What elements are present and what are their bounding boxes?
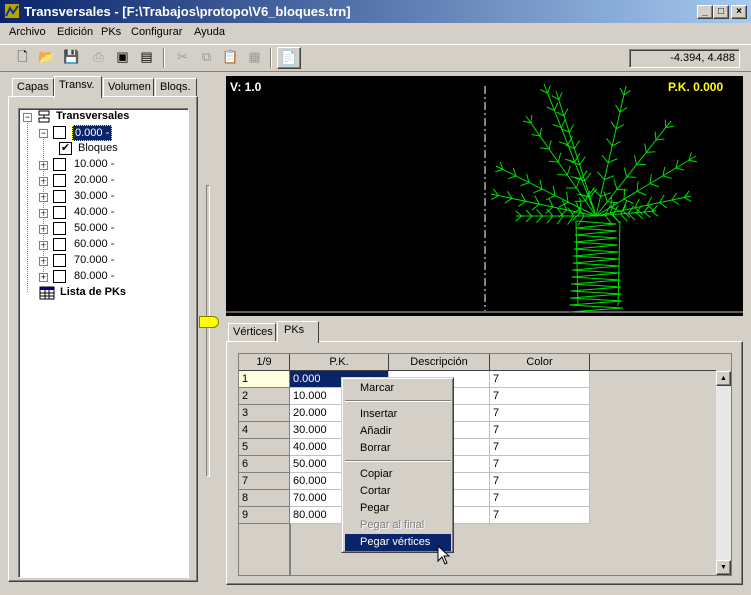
menu-configurar[interactable]: Configurar	[131, 26, 182, 38]
cell-color[interactable]: 7	[490, 490, 590, 507]
row-number[interactable]: 7	[239, 473, 290, 490]
cell-color[interactable]: 7	[490, 371, 590, 388]
menu-separator	[345, 400, 451, 402]
scroll-down-button[interactable]: ▼	[716, 560, 731, 575]
menu-item-copiar[interactable]: Copiar	[345, 466, 451, 483]
window-title: Transversales - [F:\Trabajos\protopo\V6_…	[24, 4, 351, 19]
menu-ayuda[interactable]: Ayuda	[194, 26, 225, 38]
checkbox-checked[interactable]: ✔	[59, 142, 72, 155]
menu-item-pegar-vertices[interactable]: Pegar vértices	[345, 534, 451, 551]
tree-item-label: 40.000 -	[74, 206, 115, 218]
menu-item-anadir[interactable]: Añadir	[345, 423, 451, 440]
tree-item-label: 20.000 -	[74, 174, 115, 186]
row-number[interactable]: 1	[239, 371, 290, 388]
menu-item-marcar[interactable]: Marcar	[345, 380, 451, 397]
tree-item-label: Lista de PKs	[60, 286, 127, 298]
minimize-button[interactable]: _	[697, 5, 713, 19]
cell-color[interactable]: 7	[490, 456, 590, 473]
row-number[interactable]: 6	[239, 456, 290, 473]
grid-corner: 1/9	[239, 354, 290, 371]
menu-item-cortar[interactable]: Cortar	[345, 483, 451, 500]
tree-item-label: Bloques	[78, 142, 118, 154]
export-icon[interactable]: ▣	[111, 47, 134, 69]
tree-item-label: 10.000 -	[74, 158, 115, 170]
menu-edicion[interactable]: Edición	[57, 26, 93, 38]
tree-item-label: 80.000 -	[74, 270, 115, 282]
tab-transv[interactable]: Transv.	[54, 76, 102, 98]
cell-color[interactable]: 7	[490, 422, 590, 439]
tree-item-label: 30.000 -	[74, 190, 115, 202]
save-icon[interactable]: 💾	[60, 47, 83, 69]
menu-item-borrar[interactable]: Borrar	[345, 440, 451, 457]
row-number[interactable]: 3	[239, 405, 290, 422]
cell-color[interactable]: 7	[490, 405, 590, 422]
toolbar-separator	[163, 48, 165, 68]
column-header-color[interactable]: Color	[490, 354, 590, 371]
tab-volumen[interactable]: Volumen	[103, 78, 154, 97]
open-folder-icon[interactable]: 📂	[35, 47, 58, 69]
new-file-icon[interactable]: 🗋	[11, 47, 34, 69]
paste-icon[interactable]: 📋	[219, 47, 242, 69]
print-icon[interactable]: ⎙	[87, 47, 110, 69]
copy-icon[interactable]: ⧉	[195, 47, 218, 69]
pk-label: P.K. 0.000	[668, 80, 724, 94]
tree-item-lista[interactable]: Lista de PKs	[39, 285, 179, 301]
cross-section-view[interactable]	[226, 76, 743, 316]
tree-view[interactable]: − Transversales − 0.000 - ✔ Bloques + 10…	[18, 108, 189, 578]
palm-tree-drawing	[226, 83, 743, 313]
cell-color[interactable]: 7	[490, 439, 590, 456]
cell-color[interactable]: 7	[490, 473, 590, 490]
tree-item-bloques[interactable]: ✔ Bloques	[59, 141, 159, 157]
zoom-slider-thumb[interactable]	[199, 316, 219, 328]
column-header-empty	[590, 354, 716, 371]
paste-special-icon[interactable]: ▦	[243, 47, 266, 69]
scroll-up-button[interactable]: ▲	[716, 371, 731, 386]
tree-lines	[27, 123, 44, 293]
column-header-pk[interactable]: P.K.	[290, 354, 389, 371]
properties-icon[interactable]: 📄	[277, 47, 301, 69]
tree-item-label: 50.000 -	[74, 222, 115, 234]
tree-root-label: Transversales	[56, 110, 130, 122]
tab-pks[interactable]: PKs	[277, 321, 319, 343]
tree-item-label: 60.000 -	[74, 238, 115, 250]
toolbar-separator	[270, 48, 272, 68]
close-button[interactable]: ×	[731, 5, 747, 19]
pk-grid[interactable]: 1/9 P.K. Descripción Color 1 0.000 7 2 1…	[238, 353, 732, 576]
menu-item-pegar[interactable]: Pegar	[345, 500, 451, 517]
vertical-scale-label: V: 1.0	[230, 80, 262, 94]
tab-bloqs[interactable]: Bloqs.	[155, 78, 197, 97]
row-number[interactable]: 5	[239, 439, 290, 456]
menu-separator	[345, 460, 451, 462]
cell-color[interactable]: 7	[490, 388, 590, 405]
title-bar[interactable]: Transversales - [F:\Trabajos\protopo\V6_…	[0, 0, 751, 23]
menu-pks[interactable]: PKs	[101, 26, 121, 38]
app-icon	[5, 4, 19, 18]
menu-item-pegar-al-final[interactable]: Pegar al final	[345, 517, 451, 534]
row-number[interactable]: 8	[239, 490, 290, 507]
menu-archivo[interactable]: Archivo	[9, 26, 46, 38]
tree-item-label: 70.000 -	[74, 254, 115, 266]
tab-capas[interactable]: Capas	[12, 78, 54, 97]
mouse-cursor-icon	[437, 545, 451, 565]
row-number[interactable]: 9	[239, 507, 290, 524]
context-menu: Marcar Insertar Añadir Borrar Copiar Cor…	[341, 377, 454, 553]
grid-vertical-scrollbar[interactable]: ▲ ▼	[716, 371, 731, 575]
import-icon[interactable]: ▤	[135, 47, 158, 69]
tree-item-label: 0.000 -	[72, 125, 113, 141]
cut-icon[interactable]: ✂	[171, 47, 194, 69]
zoom-slider-track[interactable]	[206, 185, 210, 477]
row-number[interactable]: 2	[239, 388, 290, 405]
grid-fixed-column-empty	[239, 524, 290, 575]
menu-item-insertar[interactable]: Insertar	[345, 406, 451, 423]
row-number[interactable]: 4	[239, 422, 290, 439]
tab-vertices[interactable]: Vértices	[228, 323, 276, 342]
cell-color[interactable]: 7	[490, 507, 590, 524]
maximize-button[interactable]: □	[713, 5, 729, 19]
coordinates-readout: -4.394, 4.488	[629, 49, 740, 68]
column-header-descripcion[interactable]: Descripción	[389, 354, 490, 371]
menu-bar: Archivo Edición PKs Configurar Ayuda	[0, 23, 751, 42]
